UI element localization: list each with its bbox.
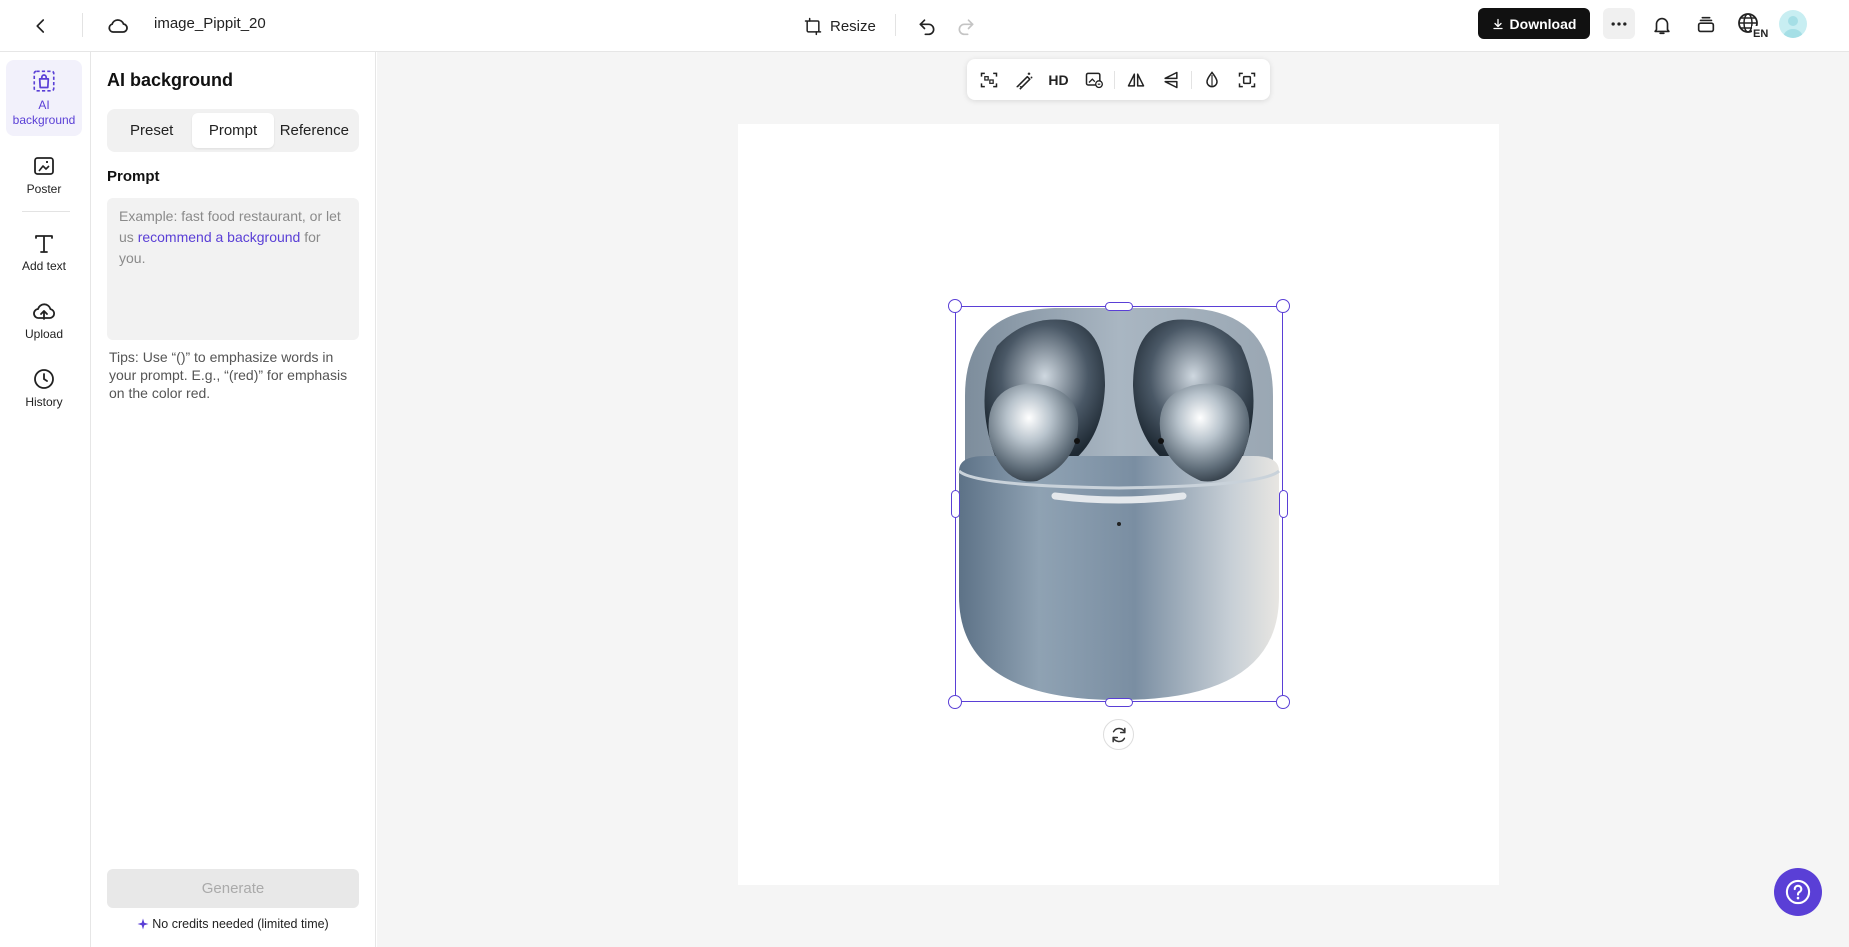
droplet-icon (1205, 70, 1218, 87)
resize-handle-top[interactable] (1105, 302, 1133, 311)
hd-label: HD (1048, 71, 1069, 88)
resize-handle-top-left[interactable] (948, 299, 962, 313)
resize-button[interactable]: Resize (803, 11, 876, 41)
replace-image-button[interactable] (1080, 66, 1107, 93)
left-rail: AI background Poster Add text Upload His… (0, 52, 91, 947)
flip-vertical-button[interactable] (1157, 66, 1184, 93)
rail-item-poster[interactable]: Poster (6, 146, 82, 206)
poster-icon (34, 157, 54, 175)
download-button[interactable]: Download (1478, 8, 1590, 39)
ai-background-panel: AI background Preset Prompt Reference Pr… (91, 52, 376, 947)
resize-label: Resize (830, 17, 876, 35)
focus-crop-button[interactable] (1233, 66, 1260, 93)
opacity-button[interactable] (1198, 66, 1225, 93)
divider (22, 211, 70, 212)
rail-item-upload[interactable]: Upload (6, 291, 82, 351)
flip-horizontal-icon (1127, 72, 1144, 87)
rail-item-label: History (25, 395, 63, 409)
generate-button[interactable]: Generate (107, 869, 359, 908)
flip-horizontal-button[interactable] (1122, 66, 1149, 93)
focus-icon (1238, 72, 1255, 87)
rail-item-label: Upload (24, 327, 64, 341)
undo-icon (919, 19, 935, 36)
prompt-label: Prompt (107, 168, 160, 185)
layers-button[interactable] (1691, 10, 1721, 40)
tab-preset[interactable]: Preset (111, 113, 192, 148)
more-horizontal-icon (1611, 21, 1627, 26)
help-button[interactable] (1774, 868, 1822, 916)
tab-group: Preset Prompt Reference (107, 109, 359, 152)
rotate-handle[interactable] (1103, 719, 1134, 750)
undo-button[interactable] (912, 11, 942, 41)
sparkle-icon (137, 918, 149, 930)
divider (1114, 71, 1115, 89)
image-toolbar: HD (967, 59, 1270, 100)
redo-icon (958, 19, 974, 36)
redo-button[interactable] (951, 11, 981, 41)
bell-icon (1654, 17, 1670, 35)
panel-title: AI background (107, 70, 234, 90)
recommend-background-link[interactable]: recommend a background (138, 229, 301, 245)
rail-item-ai-background[interactable]: AI background (6, 60, 82, 136)
flip-vertical-icon (1163, 71, 1178, 88)
download-icon (1492, 18, 1503, 29)
resize-handle-bottom-right[interactable] (1276, 695, 1290, 709)
download-label: Download (1509, 15, 1577, 32)
avatar[interactable] (1779, 10, 1807, 38)
rail-item-history[interactable]: History (6, 359, 82, 419)
rotate-icon (1111, 727, 1126, 742)
clock-icon (34, 369, 54, 389)
language-code: EN (1753, 28, 1768, 39)
resize-icon (804, 17, 822, 36)
resize-handle-top-right[interactable] (1276, 299, 1290, 313)
prompt-textarea[interactable]: Example: fast food restaurant, or let us… (107, 198, 359, 340)
magic-eraser-icon (1016, 72, 1032, 90)
text-icon (35, 235, 53, 253)
rail-item-label: Add text (21, 259, 67, 273)
resize-handle-bottom[interactable] (1105, 698, 1133, 707)
tips-text: Tips: Use “()” to emphasize words in you… (109, 349, 348, 401)
resize-handle-bottom-left[interactable] (948, 695, 962, 709)
user-avatar-icon (1783, 16, 1803, 38)
more-options-button[interactable] (1603, 8, 1635, 39)
tab-prompt[interactable]: Prompt (192, 113, 274, 148)
product-image-earbuds[interactable] (955, 306, 1283, 702)
tab-reference[interactable]: Reference (274, 113, 355, 148)
cloud-icon (108, 19, 128, 33)
divider (1191, 71, 1192, 89)
help-icon (1785, 879, 1811, 905)
image-replace-icon (1085, 72, 1103, 88)
rail-item-add-text[interactable]: Add text (6, 223, 82, 283)
rail-item-label: Poster (26, 182, 62, 196)
rail-item-label: AI background (12, 98, 76, 127)
scan-swap-icon (980, 72, 997, 87)
credits-note: No credits needed (limited time) (107, 917, 359, 931)
back-button[interactable] (26, 11, 56, 41)
credits-text: No credits needed (limited time) (152, 917, 329, 931)
cloud-upload-icon (33, 303, 56, 320)
notifications-button[interactable] (1647, 10, 1677, 40)
resize-handle-right[interactable] (1279, 490, 1288, 518)
hd-upscale-button[interactable]: HD (1045, 66, 1072, 93)
magic-edit-button[interactable] (1010, 66, 1037, 93)
crop-button[interactable] (975, 66, 1002, 93)
top-bar: image_Pippit_20 Resize Download EN (0, 0, 1849, 52)
chevron-left-icon (36, 19, 45, 33)
stack-icon (1697, 16, 1715, 33)
resize-handle-left[interactable] (951, 490, 960, 518)
divider (82, 13, 83, 37)
language-button[interactable]: EN (1735, 10, 1771, 40)
document-title[interactable]: image_Pippit_20 (154, 15, 266, 32)
bag-icon (33, 70, 55, 92)
cloud-save-status[interactable] (103, 11, 133, 41)
globe-icon: EN (1738, 13, 1769, 39)
divider (895, 14, 896, 36)
